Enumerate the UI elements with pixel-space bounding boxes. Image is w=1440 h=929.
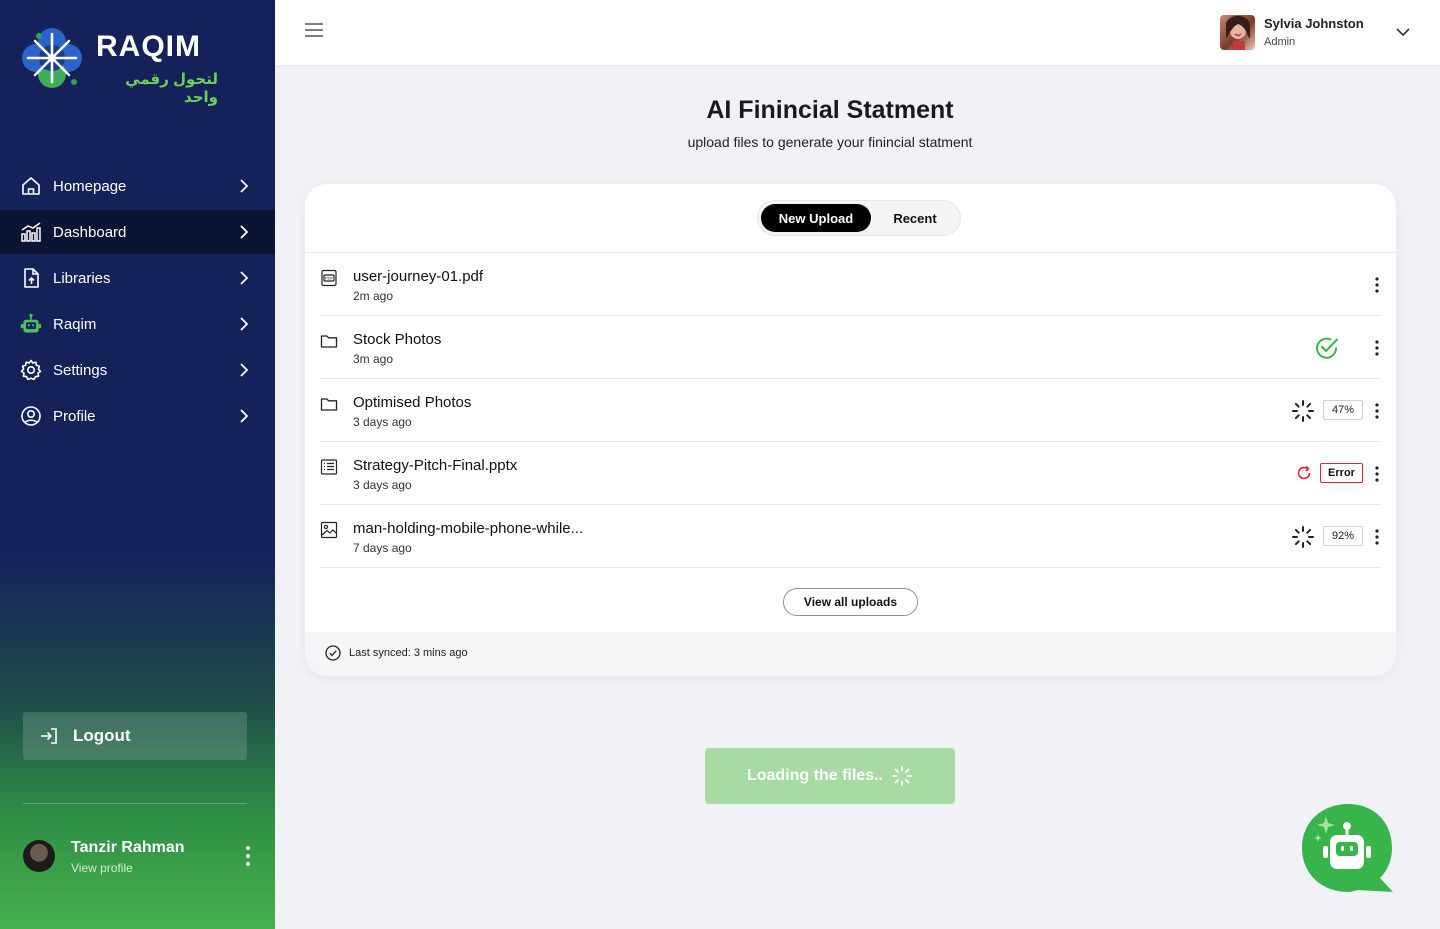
list-item[interactable]: Strategy-Pitch-Final.pptx 3 days ago Err…	[320, 442, 1380, 505]
file-upload-icon	[20, 267, 42, 289]
chart-icon	[20, 221, 42, 243]
chevron-right-icon	[240, 271, 249, 285]
more-vertical-icon[interactable]	[1374, 340, 1380, 356]
avatar	[1220, 15, 1255, 50]
brand-name: RAQIM	[96, 30, 201, 63]
home-icon	[20, 175, 42, 197]
spinner-icon	[891, 765, 913, 787]
logout-button[interactable]: Logout	[23, 712, 247, 760]
list-item[interactable]: Optimised Photos 3 days ago 47%	[320, 379, 1380, 442]
folder-icon	[320, 398, 338, 411]
user-menu[interactable]: Sylvia Johnston Admin	[1220, 15, 1410, 51]
chatbot-robot-icon	[1302, 804, 1393, 892]
file-name[interactable]: Strategy-Pitch-Final.pptx	[353, 457, 517, 474]
sidebar-user-name: Tanzir Rahman	[71, 839, 185, 856]
more-vertical-icon[interactable]	[1374, 529, 1380, 545]
chevron-right-icon	[240, 225, 249, 239]
list-item[interactable]: man-holding-mobile-phone-while... 7 days…	[320, 505, 1380, 568]
sidebar-item-profile[interactable]: Profile	[0, 394, 275, 438]
check-circle-icon	[325, 645, 341, 661]
image-icon	[320, 521, 338, 539]
file-time: 7 days ago	[353, 541, 412, 555]
brand-tagline: لتحول رقمي واحد	[125, 71, 218, 106]
chatbot-button[interactable]	[1300, 802, 1396, 898]
chevron-right-icon	[240, 409, 249, 423]
sidebar-item-label: Homepage	[53, 177, 127, 195]
file-name[interactable]: man-holding-mobile-phone-while...	[353, 520, 583, 537]
logout-icon	[41, 728, 57, 744]
sidebar-item-label: Raqim	[53, 315, 97, 333]
user-circle-icon	[20, 405, 42, 427]
logout-label: Logout	[73, 726, 131, 745]
avatar[interactable]	[23, 840, 55, 872]
spinner-icon	[1292, 526, 1314, 548]
page-subtitle: upload files to generate your finincial …	[687, 134, 973, 150]
upload-tabs: New Upload Recent	[757, 200, 961, 236]
logo-icon	[22, 28, 82, 88]
top-header: Sylvia Johnston Admin	[275, 0, 1440, 65]
sidebar-item-label: Profile	[53, 407, 96, 425]
sync-footer: Last synced: 3 mins ago	[305, 632, 1396, 676]
file-time: 3 days ago	[353, 478, 412, 492]
more-vertical-icon[interactable]	[1374, 277, 1380, 293]
progress-badge: 47%	[1323, 400, 1363, 420]
spinner-icon	[1292, 400, 1314, 422]
uploads-card: New Upload Recent PDF user-journey-01.pd…	[305, 184, 1396, 676]
loading-label: Loading the files..	[746, 767, 883, 784]
error-badge: Error	[1320, 463, 1363, 483]
file-time: 3m ago	[353, 352, 394, 366]
sidebar-divider	[23, 803, 247, 804]
chevron-down-icon	[1396, 28, 1410, 37]
chevron-right-icon	[240, 179, 249, 193]
sidebar-item-settings[interactable]: Settings	[0, 348, 275, 392]
check-circle-icon	[1316, 337, 1338, 359]
file-list: PDF user-journey-01.pdf 2m ago Stock Pho…	[320, 253, 1380, 568]
gear-icon	[20, 359, 42, 381]
sidebar-item-dashboard[interactable]: Dashboard	[0, 210, 275, 254]
file-name[interactable]: Stock Photos	[353, 331, 441, 348]
sidebar-item-label: Dashboard	[53, 223, 127, 241]
document-icon	[320, 459, 338, 475]
retry-icon[interactable]	[1296, 465, 1312, 481]
list-item[interactable]: Stock Photos 3m ago	[320, 316, 1380, 379]
pdf-icon: PDF	[321, 269, 337, 287]
chevron-right-icon	[240, 317, 249, 331]
file-name[interactable]: Optimised Photos	[353, 394, 471, 411]
sidebar-item-label: Settings	[53, 361, 108, 379]
sidebar-user-card: Tanzir Rahman View profile	[23, 838, 253, 878]
more-vertical-icon[interactable]	[243, 844, 253, 868]
view-profile-link[interactable]: View profile	[71, 861, 133, 875]
tab-new-upload[interactable]: New Upload	[761, 204, 871, 232]
loading-files-button[interactable]: Loading the files..	[705, 748, 955, 804]
more-vertical-icon[interactable]	[1374, 466, 1380, 482]
tab-recent[interactable]: Recent	[871, 204, 959, 232]
header-user-name: Sylvia Johnston	[1264, 16, 1364, 31]
folder-icon	[320, 335, 338, 348]
more-vertical-icon[interactable]	[1374, 403, 1380, 419]
progress-badge: 92%	[1323, 526, 1363, 546]
view-all-uploads-button[interactable]: View all uploads	[783, 588, 918, 616]
svg-text:PDF: PDF	[325, 276, 334, 281]
brand-logo[interactable]: RAQIM لتحول رقمي واحد	[18, 24, 218, 106]
file-time: 3 days ago	[353, 415, 412, 429]
page-title: AI Finincial Statment	[706, 96, 954, 124]
sidebar-item-libraries[interactable]: Libraries	[0, 256, 275, 300]
sidebar-nav: Homepage Dashboard Libraries Raqim Setti…	[0, 164, 275, 440]
chevron-right-icon	[240, 363, 249, 377]
file-name[interactable]: user-journey-01.pdf	[353, 268, 483, 285]
robot-icon	[20, 313, 42, 335]
sidebar-item-homepage[interactable]: Homepage	[0, 164, 275, 208]
header-user-role: Admin	[1264, 36, 1296, 48]
menu-icon[interactable]	[305, 23, 323, 37]
file-time: 2m ago	[353, 289, 394, 303]
sidebar-item-label: Libraries	[53, 269, 111, 287]
sidebar-item-raqim[interactable]: Raqim	[0, 302, 275, 346]
list-item[interactable]: PDF user-journey-01.pdf 2m ago	[320, 253, 1380, 316]
last-synced-text: Last synced: 3 mins ago	[349, 647, 468, 659]
sidebar: RAQIM لتحول رقمي واحد Homepage Dashboard…	[0, 0, 275, 929]
